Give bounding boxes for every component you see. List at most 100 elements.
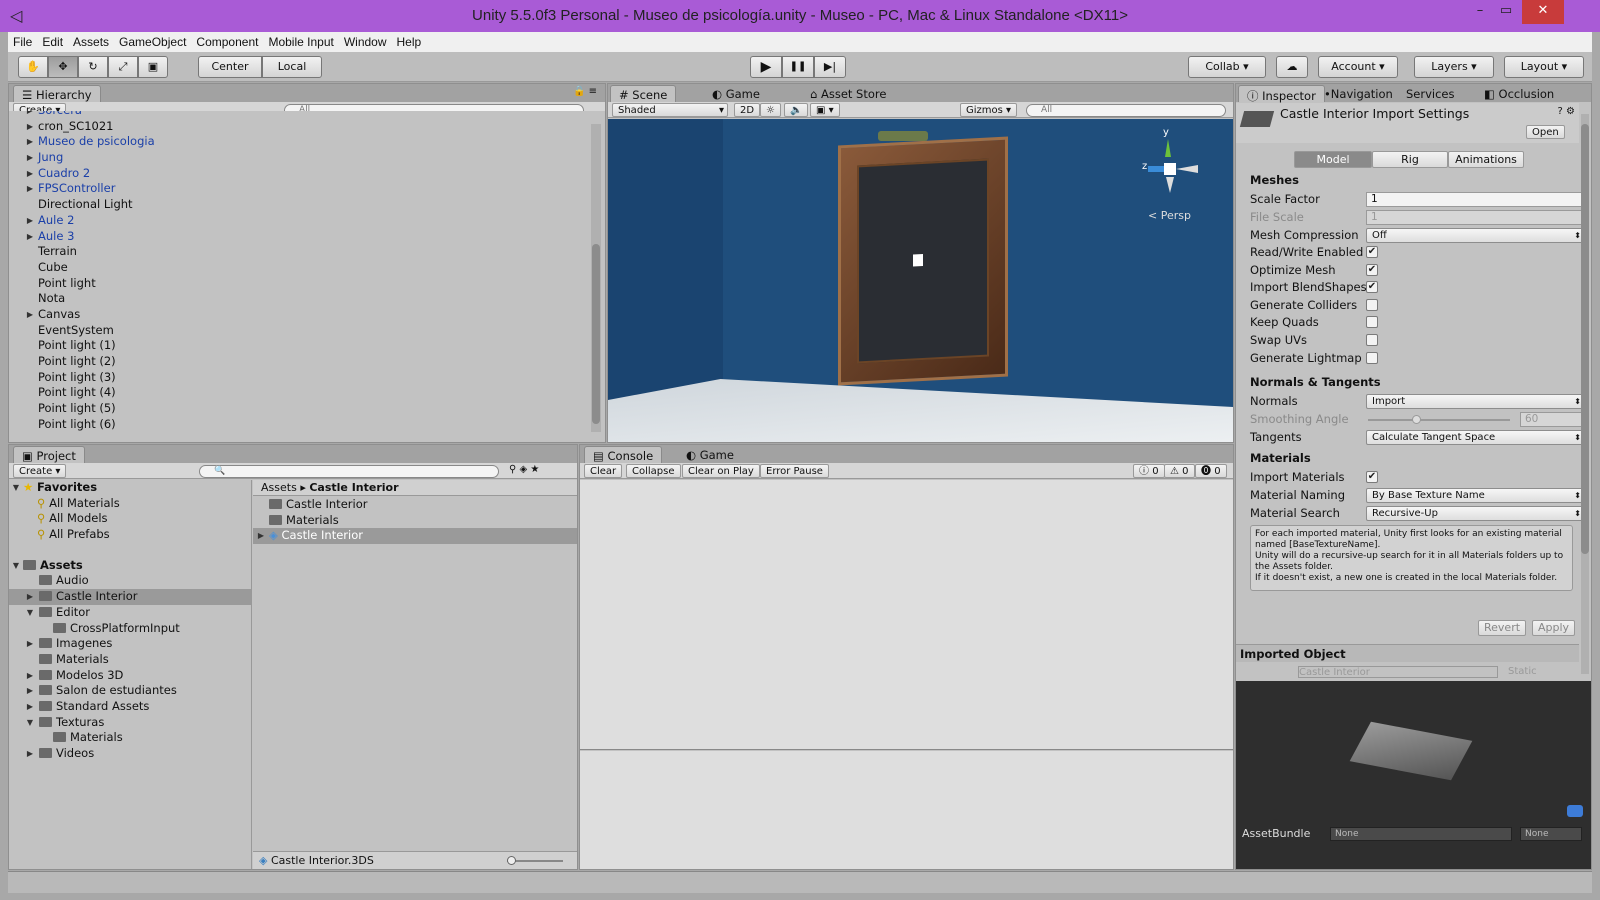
favorites-folder[interactable]: ▼ ★ Favorites [9, 480, 251, 496]
mesh-option-checkbox[interactable]: ✔ [1366, 246, 1378, 258]
hierarchy-item[interactable]: ▶ Cuadro 2 [9, 166, 605, 182]
effects-toggle-icon[interactable]: ▣ ▾ [810, 103, 840, 117]
hierarchy-item[interactable]: Directional Light [9, 197, 605, 213]
console-detail-area[interactable] [580, 751, 1233, 869]
apply-button[interactable]: Apply [1532, 620, 1576, 636]
expand-arrow-icon[interactable]: ▼ [25, 605, 35, 621]
tab-asset-store[interactable]: ⌂ Asset Store [802, 85, 894, 102]
tab-hierarchy[interactable]: ☰ Hierarchy [13, 85, 101, 102]
hierarchy-item[interactable]: ▶ Jung [9, 150, 605, 166]
scale-tool-icon[interactable]: ⤢ [108, 56, 138, 78]
expand-arrow-icon[interactable]: ▶ [25, 307, 35, 323]
step-button[interactable]: ▶| [814, 56, 846, 78]
slider-knob[interactable] [507, 856, 516, 865]
hierarchy-scrollbar[interactable] [591, 124, 601, 432]
subtab-model[interactable]: Model [1294, 151, 1372, 168]
tab-navigation[interactable]: •Navigation [1316, 85, 1401, 102]
static-label[interactable]: Static [1508, 666, 1537, 677]
warning-count[interactable]: ⚠ 0 [1164, 464, 1195, 478]
menu-gameobject[interactable]: GameObject [114, 32, 191, 49]
project-folder[interactable]: Audio [9, 573, 251, 589]
project-folder[interactable]: ▼ Texturas [9, 715, 251, 731]
expand-arrow-icon[interactable]: ▶ [25, 150, 35, 166]
project-file-item[interactable]: Materials [253, 513, 577, 529]
lighting-toggle-icon[interactable]: ☼ [760, 103, 781, 117]
mesh-option-checkbox[interactable]: ✔ [1366, 281, 1378, 294]
subtab-animations[interactable]: Animations [1448, 151, 1524, 168]
project-folder[interactable]: ▶ Videos [9, 746, 251, 762]
favorite-item[interactable]: ⚲ All Prefabs [9, 527, 251, 543]
panel-menu-icon[interactable]: 🔒 ≡ [573, 86, 597, 97]
tab-occlusion[interactable]: ◧ Occlusion [1476, 85, 1562, 102]
assets-folder[interactable]: ▼ Assets [9, 558, 251, 574]
menu-assets[interactable]: Assets [68, 32, 114, 49]
hierarchy-item[interactable]: ▶ Museo de psicologia [9, 134, 605, 150]
help-gear-icons[interactable]: ? ⚙ [1558, 106, 1575, 117]
shading-mode-dropdown[interactable]: Shaded ▾ [612, 103, 728, 117]
hierarchy-item[interactable]: ▶ Aule 2 [9, 213, 605, 229]
project-folder[interactable]: ▼ Editor [9, 605, 251, 621]
cloud-icon[interactable]: ☁ [1276, 56, 1308, 78]
favorite-item[interactable]: ⚲ All Models [9, 511, 251, 527]
clear-on-play-button[interactable]: Clear on Play [682, 464, 760, 478]
mesh-option-checkbox[interactable] [1366, 351, 1378, 364]
scene-search-input[interactable]: All [1026, 104, 1226, 117]
project-folder[interactable]: Materials [9, 652, 251, 668]
hand-tool-icon[interactable]: ✋ [18, 56, 48, 78]
inspector-scroll-thumb[interactable] [1581, 124, 1589, 554]
collapse-arrow-icon[interactable]: ▼ [11, 480, 21, 496]
menu-mobile-input[interactable]: Mobile Input [263, 32, 338, 49]
pivot-center-button[interactable]: Center [198, 56, 262, 78]
expand-arrow-icon[interactable]: ▶ [25, 166, 35, 182]
expand-arrow-icon[interactable]: ▶ [25, 589, 35, 605]
expand-arrow-icon[interactable]: ▶ [25, 111, 35, 119]
hierarchy-item[interactable]: Point light (5) [9, 401, 605, 417]
hierarchy-item[interactable]: ▶ cron_SC1021 [9, 119, 605, 135]
tab-services[interactable]: Services [1398, 85, 1463, 102]
project-folder[interactable]: ▶ Modelos 3D [9, 668, 251, 684]
expand-arrow-icon[interactable]: ▶ [25, 213, 35, 229]
hierarchy-item[interactable]: Terrain [9, 244, 605, 260]
asset-label-icon[interactable] [1567, 805, 1583, 817]
close-button[interactable]: ✕ [1522, 0, 1564, 24]
pivot-local-button[interactable]: Local [262, 56, 322, 78]
hierarchy-item[interactable]: Point light (2) [9, 354, 605, 370]
layers-dropdown[interactable]: Layers ▾ [1414, 56, 1494, 78]
tangents-dropdown[interactable]: Calculate Tangent Space [1366, 430, 1585, 445]
tab-scene[interactable]: # Scene [610, 85, 677, 102]
project-folder[interactable]: Materials [9, 730, 251, 746]
collapse-button[interactable]: Collapse [626, 464, 681, 478]
expand-arrow-icon[interactable]: ▶ [25, 746, 35, 762]
play-button[interactable]: ▶ [750, 56, 782, 78]
scale-factor-input[interactable]: 1 [1366, 192, 1585, 207]
rect-tool-icon[interactable]: ▣ [138, 56, 168, 78]
scene-gizmo[interactable]: y z [1138, 127, 1208, 197]
project-folder[interactable]: ▶ Imagenes [9, 636, 251, 652]
mesh-option-checkbox[interactable] [1366, 316, 1378, 329]
hierarchy-item[interactable]: Point light (6) [9, 417, 605, 433]
hierarchy-item[interactable]: Point light (1) [9, 338, 605, 354]
expand-arrow-icon[interactable]: ▶ [25, 683, 35, 699]
mesh-option-checkbox[interactable] [1366, 334, 1378, 346]
error-pause-button[interactable]: Error Pause [760, 464, 829, 478]
pause-button[interactable]: ❚❚ [782, 56, 814, 78]
expand-arrow-icon[interactable]: ▶ [25, 119, 35, 135]
menu-component[interactable]: Component [191, 32, 263, 49]
assetbundle-variant-dropdown[interactable]: None [1520, 827, 1582, 841]
project-folder[interactable]: ▶ Standard Assets [9, 699, 251, 715]
tab-game-2[interactable]: ◐ Game [678, 446, 742, 463]
project-file-item[interactable]: Castle Interior [253, 497, 577, 513]
menu-edit[interactable]: Edit [37, 32, 68, 49]
project-file-item[interactable]: ▶ ◈ Castle Interior [253, 528, 577, 545]
collab-dropdown[interactable]: Collab ▾ [1188, 56, 1266, 78]
expand-arrow-icon[interactable]: ▶ [25, 134, 35, 150]
mode-2d-button[interactable]: 2D [734, 103, 761, 117]
maximize-button[interactable]: ▭ [1496, 0, 1516, 24]
account-dropdown[interactable]: Account ▾ [1318, 56, 1398, 78]
minimize-button[interactable]: – [1470, 0, 1490, 24]
tab-game[interactable]: ◐ Game [704, 85, 768, 102]
subtab-rig[interactable]: Rig [1372, 151, 1448, 168]
imported-object-header[interactable]: Imported Object [1236, 644, 1579, 662]
menu-help[interactable]: Help [392, 32, 427, 49]
breadcrumb-root[interactable]: Assets [261, 481, 297, 494]
